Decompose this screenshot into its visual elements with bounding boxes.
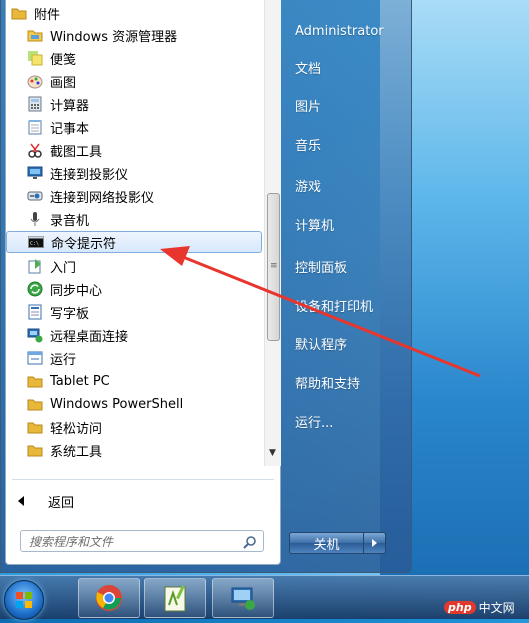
chevron-right-icon	[372, 539, 377, 547]
list-item-calculator[interactable]: 计算器	[6, 93, 282, 115]
svg-text:C:\: C:\	[30, 241, 39, 247]
start-menu: 附件 Windows 资源管理器 便笺 画图 计算器 记事本 截图工具 连接到投…	[0, 0, 412, 573]
right-item-documents[interactable]: 文档	[295, 60, 321, 80]
shutdown-button[interactable]: 关机	[289, 532, 364, 554]
list-item-system-tools-folder[interactable]: 系统工具	[6, 439, 282, 461]
right-item-control-panel[interactable]: 控制面板	[295, 259, 347, 279]
programs-list: 附件 Windows 资源管理器 便笺 画图 计算器 记事本 截图工具 连接到投…	[6, 0, 262, 466]
paint-icon	[26, 72, 44, 90]
list-item-ease-of-access-folder[interactable]: 轻松访问	[6, 416, 282, 438]
getting-started-icon	[26, 257, 44, 275]
right-item-default-programs[interactable]: 默认程序	[295, 336, 347, 356]
list-item-command-prompt[interactable]: C:\ 命令提示符	[6, 231, 262, 253]
remote-desktop-icon	[26, 326, 44, 344]
search-input[interactable]	[21, 532, 229, 552]
notepad-plus-icon	[164, 585, 186, 612]
right-item-administrator[interactable]: Administrator	[295, 22, 384, 42]
list-item-notepad[interactable]: 记事本	[6, 116, 282, 138]
scrollbar-grip-icon: ≡	[270, 261, 278, 271]
list-item-connect-projector[interactable]: 连接到投影仪	[6, 162, 282, 184]
list-item-paint[interactable]: 画图	[6, 70, 282, 92]
folder-icon	[26, 395, 44, 413]
folder-icon	[26, 372, 44, 390]
windows-logo-icon	[16, 592, 32, 608]
network-projector-icon	[26, 187, 44, 205]
right-pane: Administrator 文档 图片 音乐 游戏 计算机 控制面板 设备和打印…	[281, 0, 409, 572]
list-item-getting-started[interactable]: 入门	[6, 255, 282, 277]
back-button[interactable]: 返回	[6, 490, 262, 512]
wordpad-icon	[26, 303, 44, 321]
shutdown-group: 关机	[289, 532, 386, 554]
search-box[interactable]	[20, 530, 264, 552]
watermark-badge: php	[444, 601, 476, 614]
right-item-pictures[interactable]: 图片	[295, 98, 321, 118]
snipping-tool-icon	[26, 141, 44, 159]
taskbar-chrome-button[interactable]	[78, 578, 140, 618]
calculator-icon	[26, 95, 44, 113]
search-icon[interactable]	[243, 534, 257, 553]
explorer-icon	[26, 26, 44, 44]
list-item-windows-explorer[interactable]: Windows 资源管理器	[6, 24, 282, 46]
right-item-help-support[interactable]: 帮助和支持	[295, 375, 360, 395]
list-item-accessories-folder[interactable]: 附件	[6, 2, 266, 24]
list-item-wordpad[interactable]: 写字板	[6, 301, 282, 323]
list-item-sound-recorder[interactable]: 录音机	[6, 208, 282, 230]
folder-icon	[26, 418, 44, 436]
watermark: php 中文网	[444, 599, 515, 616]
right-item-devices-printers[interactable]: 设备和打印机	[295, 298, 373, 318]
sync-center-icon	[26, 280, 44, 298]
right-item-music[interactable]: 音乐	[295, 137, 321, 157]
sticky-notes-icon	[26, 49, 44, 67]
list-item-tablet-pc-folder[interactable]: Tablet PC	[6, 370, 282, 392]
programs-pane: 附件 Windows 资源管理器 便笺 画图 计算器 记事本 截图工具 连接到投…	[5, 0, 281, 565]
list-item-remote-desktop[interactable]: 远程桌面连接	[6, 324, 282, 346]
taskbar-network-button[interactable]	[212, 578, 274, 618]
list-item-run[interactable]: 运行	[6, 347, 282, 369]
back-arrow-icon	[18, 496, 24, 506]
run-icon	[26, 349, 44, 367]
microphone-icon	[26, 210, 44, 228]
taskbar-editor-button[interactable]	[144, 578, 206, 618]
list-item-snipping-tool[interactable]: 截图工具	[6, 139, 282, 161]
list-item-sync-center[interactable]: 同步中心	[6, 278, 282, 300]
right-item-computer[interactable]: 计算机	[295, 217, 334, 237]
programs-scrollbar[interactable]: ≡ ▼	[264, 0, 281, 466]
divider	[12, 479, 274, 480]
folder-icon	[10, 4, 28, 22]
shutdown-options-button[interactable]	[364, 532, 386, 554]
list-item-powershell-folder[interactable]: Windows PowerShell	[6, 393, 282, 415]
list-item-network-projector[interactable]: 连接到网络投影仪	[6, 185, 282, 207]
list-item-sticky-notes[interactable]: 便笺	[6, 47, 282, 69]
folder-icon	[26, 441, 44, 459]
chrome-icon	[96, 585, 122, 611]
notepad-icon	[26, 118, 44, 136]
start-orb-button[interactable]	[4, 580, 44, 620]
watermark-text: 中文网	[478, 601, 515, 615]
cmd-icon: C:\	[27, 233, 45, 251]
right-item-run[interactable]: 运行...	[295, 414, 333, 434]
network-icon	[231, 587, 255, 610]
projector-icon	[26, 164, 44, 182]
taskbar: php 中文网	[0, 575, 529, 620]
scroll-down-arrow-icon[interactable]: ▼	[269, 448, 276, 458]
right-item-games[interactable]: 游戏	[295, 178, 321, 198]
